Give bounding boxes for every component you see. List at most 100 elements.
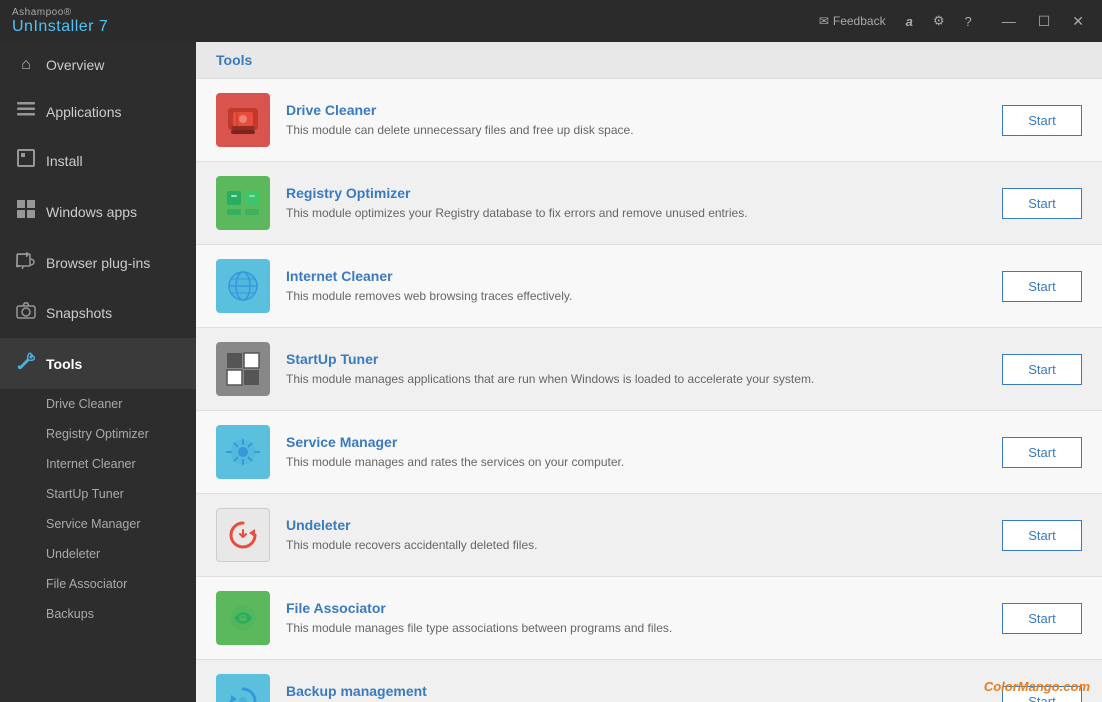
table-row: ∞ File Associator This module manages fi… — [196, 577, 1102, 660]
minimize-button[interactable]: — — [992, 9, 1026, 34]
undeleter-desc: This module recovers accidentally delete… — [286, 537, 986, 554]
backup-management-name: Backup management — [286, 683, 986, 699]
watermark-accent: Mango — [1018, 679, 1060, 694]
sidebar-label-install: Install — [46, 153, 83, 169]
sidebar-sub-backups[interactable]: Backups — [0, 599, 196, 629]
help-icon: ? — [964, 14, 971, 29]
table-row: Internet Cleaner This module removes web… — [196, 245, 1102, 328]
apps-icon — [16, 102, 36, 121]
settings-button[interactable]: ⚙ — [925, 9, 953, 33]
sidebar-sub-internet-cleaner[interactable]: Internet Cleaner — [0, 449, 196, 479]
sidebar-sub-startup-tuner[interactable]: StartUp Tuner — [0, 479, 196, 509]
sidebar-sub-drive-cleaner[interactable]: Drive Cleaner — [0, 389, 196, 419]
install-icon — [16, 149, 36, 172]
puzzle-icon — [16, 251, 36, 274]
tools-sub-menu: Drive Cleaner Registry Optimizer Interne… — [0, 389, 196, 629]
app-name-label: UnInstaller 7 — [12, 18, 108, 36]
sidebar-sub-service-manager[interactable]: Service Manager — [0, 509, 196, 539]
breadcrumb-root: Tools — [216, 52, 252, 68]
sidebar: ⌂ Overview Applications Install — [0, 42, 196, 702]
camera-icon — [16, 302, 36, 324]
internet-cleaner-name: Internet Cleaner — [286, 268, 986, 284]
app-title: Ashampoo® UnInstaller 7 — [12, 7, 108, 36]
drive-cleaner-icon — [216, 93, 270, 147]
startup-tuner-desc: This module manages applications that ar… — [286, 371, 986, 388]
windows-icon — [16, 200, 36, 223]
watermark-suffix: .com — [1060, 679, 1090, 694]
window-controls: — ☐ ✕ — [992, 9, 1094, 34]
sidebar-item-tools[interactable]: Tools — [0, 338, 196, 389]
sidebar-sub-registry-optimizer[interactable]: Registry Optimizer — [0, 419, 196, 449]
sidebar-label-windows-apps: Windows apps — [46, 204, 137, 220]
startup-tuner-info: StartUp Tuner This module manages applic… — [286, 351, 986, 388]
registry-optimizer-info: Registry Optimizer This module optimizes… — [286, 185, 986, 222]
close-button[interactable]: ✕ — [1062, 9, 1094, 34]
maximize-button[interactable]: ☐ — [1028, 9, 1061, 34]
service-manager-icon — [216, 425, 270, 479]
feedback-button[interactable]: ✉ Feedback — [811, 10, 894, 32]
undeleter-start-button[interactable]: Start — [1002, 520, 1082, 551]
sidebar-item-overview[interactable]: ⌂ Overview — [0, 42, 196, 88]
table-row: Backup management This module manages ex… — [196, 660, 1102, 702]
registry-optimizer-desc: This module optimizes your Registry data… — [286, 205, 986, 222]
internet-cleaner-start-button[interactable]: Start — [1002, 271, 1082, 302]
tools-icon — [16, 352, 36, 375]
backup-management-icon — [216, 674, 270, 702]
registry-optimizer-start-button[interactable]: Start — [1002, 188, 1082, 219]
table-row: Registry Optimizer This module optimizes… — [196, 162, 1102, 245]
startup-tuner-name: StartUp Tuner — [286, 351, 986, 367]
file-associator-info: File Associator This module manages file… — [286, 600, 986, 637]
mail-icon: ✉ — [819, 14, 829, 28]
table-row: Drive Cleaner This module can delete unn… — [196, 79, 1102, 162]
sidebar-label-applications: Applications — [46, 104, 122, 120]
sidebar-item-install[interactable]: Install — [0, 135, 196, 186]
backup-management-info: Backup management This module manages ex… — [286, 683, 986, 702]
registry-optimizer-name: Registry Optimizer — [286, 185, 986, 201]
title-bar: Ashampoo® UnInstaller 7 ✉ Feedback a ⚙ ?… — [0, 0, 1102, 42]
sidebar-item-windows-apps[interactable]: Windows apps — [0, 186, 196, 237]
sidebar-item-snapshots[interactable]: Snapshots — [0, 288, 196, 338]
gear-icon: ⚙ — [933, 13, 945, 29]
service-manager-desc: This module manages and rates the servic… — [286, 454, 986, 471]
drive-cleaner-desc: This module can delete unnecessary files… — [286, 122, 986, 139]
service-manager-start-button[interactable]: Start — [1002, 437, 1082, 468]
file-associator-desc: This module manages file type associatio… — [286, 620, 986, 637]
home-icon: ⌂ — [16, 56, 36, 74]
drive-cleaner-info: Drive Cleaner This module can delete unn… — [286, 102, 986, 139]
tools-list: Drive Cleaner This module can delete unn… — [196, 79, 1102, 702]
internet-cleaner-info: Internet Cleaner This module removes web… — [286, 268, 986, 305]
file-associator-name: File Associator — [286, 600, 986, 616]
sidebar-sub-undeleter[interactable]: Undeleter — [0, 539, 196, 569]
sidebar-item-applications[interactable]: Applications — [0, 88, 196, 135]
ashampoo-icon-button[interactable]: a — [898, 10, 921, 33]
sidebar-sub-file-associator[interactable]: File Associator — [0, 569, 196, 599]
registry-optimizer-icon — [216, 176, 270, 230]
startup-tuner-start-button[interactable]: Start — [1002, 354, 1082, 385]
sidebar-label-snapshots: Snapshots — [46, 305, 112, 321]
feedback-label: Feedback — [833, 14, 886, 28]
content-area: Tools Drive Cleaner Th — [196, 42, 1102, 702]
breadcrumb: Tools — [196, 42, 1102, 79]
watermark: ColorMango.com — [984, 679, 1090, 694]
drive-cleaner-name: Drive Cleaner — [286, 102, 986, 118]
ashampoo-logo-icon: a — [906, 14, 913, 29]
help-button[interactable]: ? — [956, 10, 979, 33]
file-associator-icon: ∞ — [216, 591, 270, 645]
watermark-plain: Color — [984, 679, 1018, 694]
internet-cleaner-desc: This module removes web browsing traces … — [286, 288, 986, 305]
undeleter-icon — [216, 508, 270, 562]
svg-text:∞: ∞ — [241, 614, 246, 621]
drive-cleaner-start-button[interactable]: Start — [1002, 105, 1082, 136]
brand-label: Ashampoo® — [12, 7, 108, 18]
service-manager-info: Service Manager This module manages and … — [286, 434, 986, 471]
sidebar-item-browser-plugins[interactable]: Browser plug-ins — [0, 237, 196, 288]
file-associator-start-button[interactable]: Start — [1002, 603, 1082, 634]
table-row: Service Manager This module manages and … — [196, 411, 1102, 494]
internet-cleaner-icon — [216, 259, 270, 313]
sidebar-label-overview: Overview — [46, 57, 104, 73]
table-row: Undeleter This module recovers accidenta… — [196, 494, 1102, 577]
sidebar-label-browser-plugins: Browser plug-ins — [46, 255, 150, 271]
undeleter-info: Undeleter This module recovers accidenta… — [286, 517, 986, 554]
main-layout: ⌂ Overview Applications Install — [0, 42, 1102, 702]
sidebar-label-tools: Tools — [46, 356, 82, 372]
